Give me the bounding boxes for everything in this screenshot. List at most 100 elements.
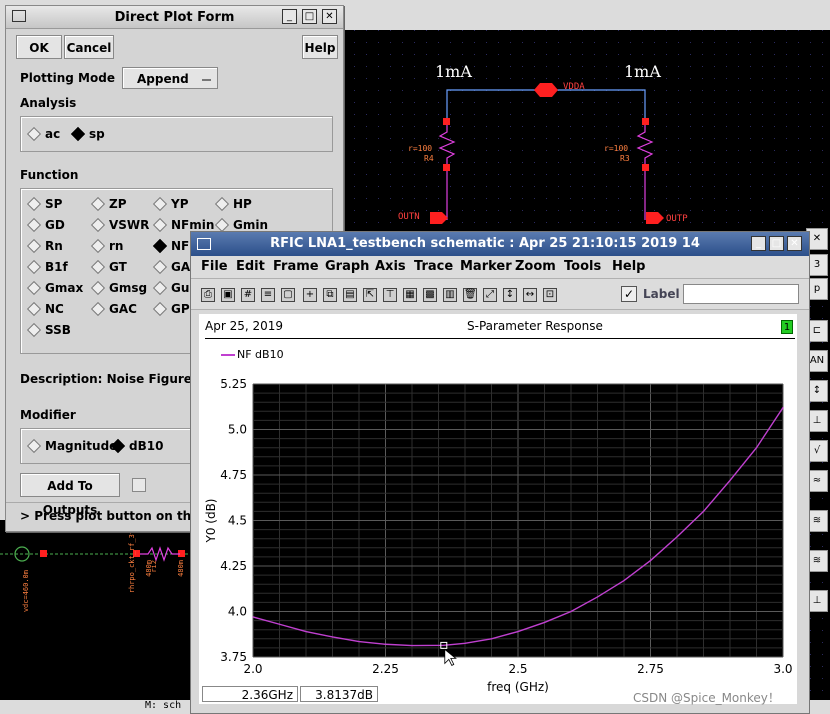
menu-frame[interactable]: Frame (273, 259, 319, 274)
add-subwindow-icon[interactable]: + (303, 288, 317, 302)
image-icon[interactable]: ▣ (221, 288, 235, 302)
function-option-rn[interactable]: Rn (26, 238, 63, 253)
y-axis-label: Y0 (dB) (204, 499, 218, 544)
function-option-gmsg[interactable]: Gmsg (90, 280, 147, 295)
function-option-vswr[interactable]: VSWR (90, 217, 149, 232)
series-point (782, 407, 784, 409)
function-option-zp[interactable]: ZP (90, 196, 127, 211)
function-option-ssb[interactable]: SSB (26, 322, 71, 337)
cursor-y-readout: 3.8137dB (300, 686, 378, 702)
function-option-gmin[interactable]: Gmin (214, 217, 268, 232)
function-option-gt[interactable]: GT (90, 259, 127, 274)
menu-axis[interactable]: Axis (375, 259, 406, 274)
series-point (676, 536, 678, 538)
x-tick-label: 3.0 (773, 662, 792, 676)
menu-trace[interactable]: Trace (414, 259, 453, 274)
analysis-option-sp[interactable]: sp (70, 126, 105, 141)
minimize-icon[interactable]: _ (751, 236, 766, 251)
plotting-mode-select[interactable]: Append (122, 67, 218, 89)
grid-icon[interactable]: # (241, 288, 255, 302)
zoom-y-icon[interactable]: ↕ (503, 288, 517, 302)
radio-icon (26, 322, 42, 337)
function-label: Function (20, 168, 79, 182)
menu-file[interactable]: File (201, 259, 228, 274)
schematic-canvas-lower[interactable]: rhrpo_ckt_rf_3t 480m 480m vdc=460.0m ri2 (0, 520, 200, 700)
menu-tools[interactable]: Tools (564, 259, 601, 274)
fit-icon[interactable]: ⤢ (483, 288, 497, 302)
waveform-title: RFIC LNA1_testbench schematic : Apr 25 2… (270, 236, 700, 251)
function-option-nc[interactable]: NC (26, 301, 64, 316)
close-icon[interactable]: ✕ (322, 9, 337, 24)
current-label-left: 1mA (435, 62, 472, 81)
shade-icon[interactable]: ▩ (423, 288, 437, 302)
series-point (729, 479, 731, 482)
x-tick-label: 2.75 (637, 662, 664, 676)
analysis-label: Analysis (20, 96, 77, 110)
instance-label: ri2 (150, 560, 158, 573)
waveform-titlebar[interactable]: RFIC LNA1_testbench schematic : Apr 25 2… (191, 232, 809, 256)
label-checkbox[interactable]: ✓ (621, 286, 637, 302)
add-to-outputs-checkbox[interactable] (132, 478, 146, 492)
plotting-mode-value: Append (137, 72, 189, 86)
copy-icon[interactable]: ⧉ (323, 288, 337, 302)
bars-icon[interactable]: ▥ (443, 288, 457, 302)
function-option-sp[interactable]: SP (26, 196, 62, 211)
x-tick-label: 2.5 (508, 662, 527, 676)
schematic-status: M: sch (145, 700, 182, 711)
series-point (278, 623, 281, 625)
zoom-box-icon[interactable]: ⊡ (543, 288, 557, 302)
move-icon[interactable]: ⇱ (363, 288, 377, 302)
series-point (384, 643, 387, 645)
menu-edit[interactable]: Edit (236, 259, 265, 274)
function-option-hp[interactable]: HP (214, 196, 252, 211)
function-option-gp[interactable]: GP (152, 301, 190, 316)
help-button[interactable]: Help (302, 35, 338, 59)
add-to-outputs-button[interactable]: Add To Outputs (20, 473, 120, 517)
cancel-button[interactable]: Cancel (64, 35, 114, 59)
plot-area[interactable]: Apr 25, 2019 S-Parameter Response 1 NF d… (199, 314, 797, 704)
maximize-icon[interactable]: □ (769, 236, 784, 251)
radio-icon (214, 217, 230, 232)
zoom-x-icon[interactable]: ↔ (523, 288, 537, 302)
function-option-ga[interactable]: GA (152, 259, 190, 274)
watermark: CSDN @Spice_Monkey！ (633, 691, 780, 705)
print-icon[interactable]: ⎙ (201, 288, 215, 302)
function-option-nfmin[interactable]: NFmin (152, 217, 214, 232)
label-input[interactable] (683, 284, 799, 304)
analysis-group: ac sp (20, 116, 333, 152)
dialog-titlebar[interactable]: Direct Plot Form _ □ ✕ (6, 6, 343, 29)
series-point (305, 630, 307, 633)
maximize-icon[interactable]: □ (302, 9, 317, 24)
vdc-label: vdc=460.0m (22, 570, 30, 613)
menu-marker[interactable]: Marker (460, 259, 512, 274)
function-option-gac[interactable]: GAC (90, 301, 137, 316)
analysis-option-ac[interactable]: ac (26, 126, 60, 141)
dim-icon[interactable]: ▦ (403, 288, 417, 302)
function-option-gmax[interactable]: Gmax (26, 280, 83, 295)
series-point (623, 579, 625, 582)
menu-graph[interactable]: Graph (325, 259, 369, 274)
function-option-gu[interactable]: Gu (152, 280, 189, 295)
menu-help[interactable]: Help (612, 259, 645, 274)
marker-icon[interactable]: ⊤ (383, 288, 397, 302)
radio-icon (90, 196, 106, 211)
window-menu-icon[interactable] (197, 238, 211, 250)
menu-zoom[interactable]: Zoom (515, 259, 556, 274)
modifier-option-magnitude[interactable]: Magnitude (26, 438, 117, 453)
strips-icon[interactable]: ≡ (261, 288, 275, 302)
delete-icon[interactable]: 🗑 (463, 288, 477, 302)
ok-button[interactable]: OK (16, 35, 62, 59)
function-option-rn[interactable]: rn (90, 238, 123, 253)
radio-icon (26, 196, 42, 211)
function-option-nf[interactable]: NF (152, 238, 189, 253)
series-point (596, 596, 599, 598)
function-option-yp[interactable]: YP (152, 196, 188, 211)
frame-icon[interactable]: ▢ (281, 288, 295, 302)
y-tick-label: 5.0 (228, 423, 247, 437)
layout-icon[interactable]: ▤ (343, 288, 357, 302)
function-option-b1f[interactable]: B1f (26, 259, 68, 274)
modifier-option-db10[interactable]: dB10 (110, 438, 163, 453)
function-option-gd[interactable]: GD (26, 217, 65, 232)
close-icon[interactable]: ✕ (787, 236, 802, 251)
minimize-icon[interactable]: _ (282, 9, 297, 24)
